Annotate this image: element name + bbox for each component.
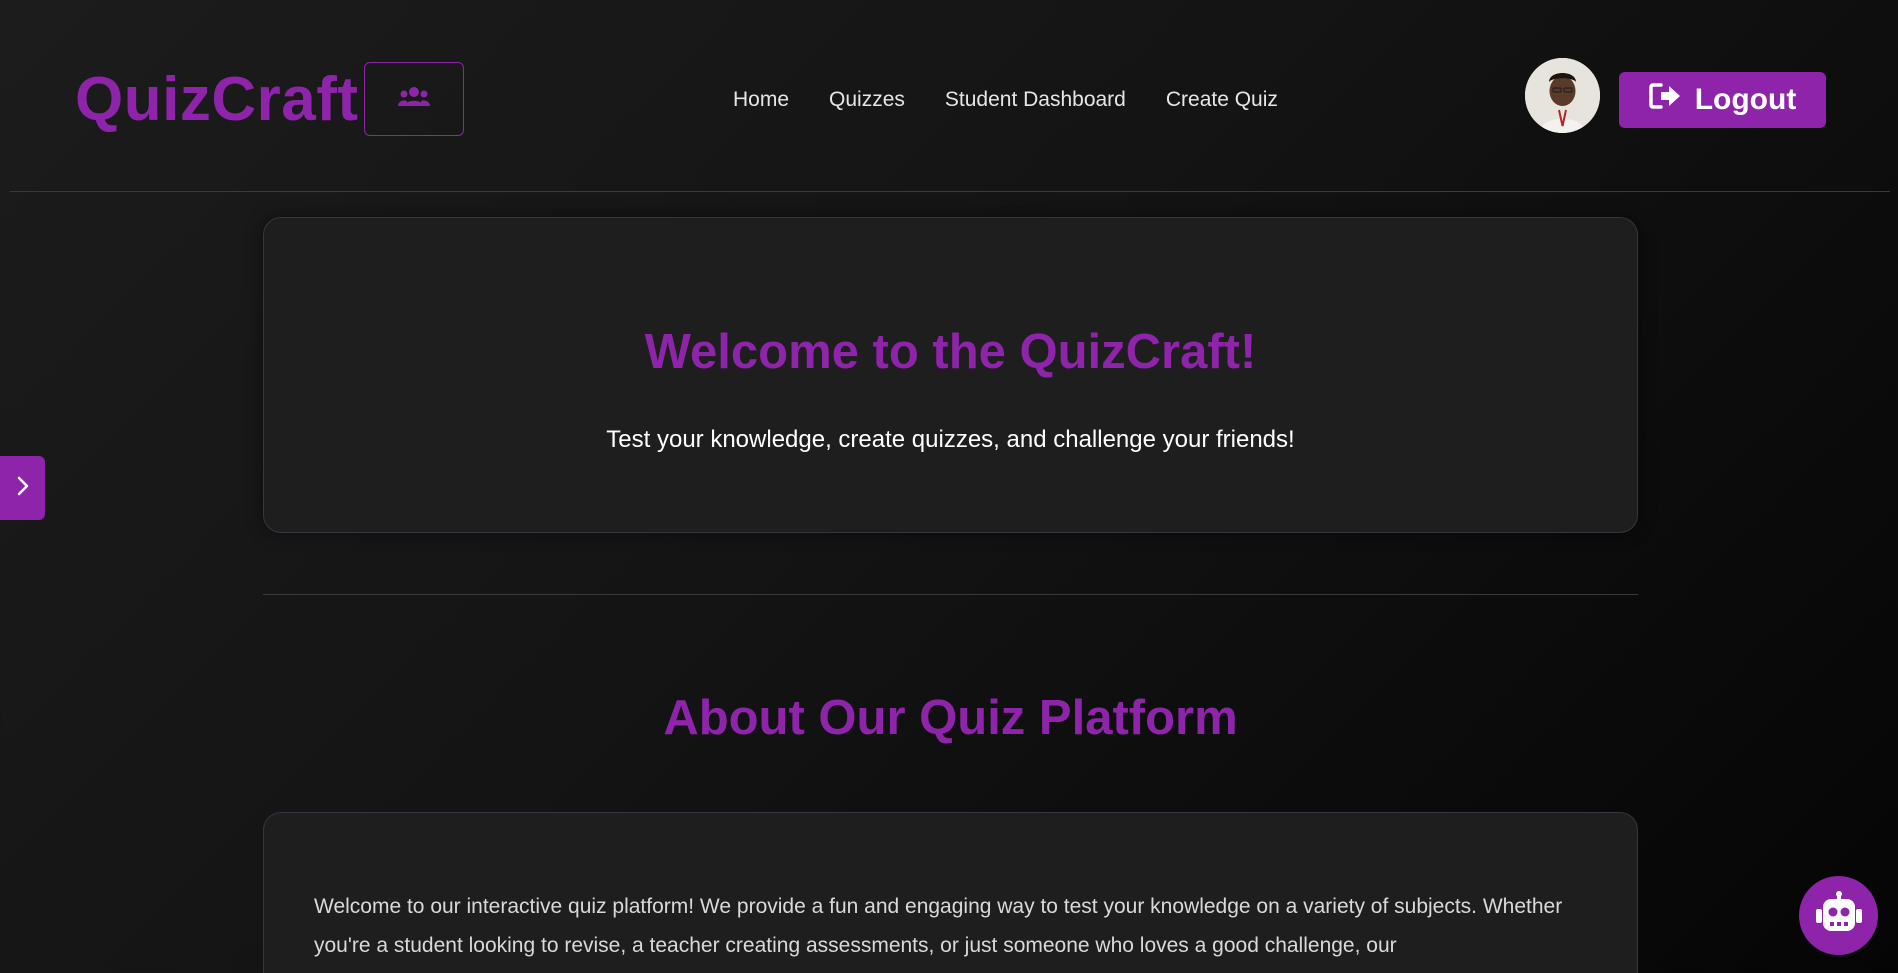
about-title: About Our Quiz Platform [663,691,1238,745]
section-divider [263,594,1638,595]
users-icon [398,84,430,115]
group-button[interactable] [364,62,464,136]
hero-card: Welcome to the QuizCraft! Test your know… [263,217,1638,533]
header-divider [10,191,1890,192]
about-card: Welcome to our interactive quiz platform… [263,812,1638,973]
logout-button[interactable]: Logout [1619,72,1826,128]
chatbot-button[interactable] [1799,876,1878,955]
chevron-right-icon [16,475,30,502]
robot-icon [1815,891,1863,940]
nav-home-link[interactable]: Home [733,86,789,114]
user-avatar[interactable] [1525,58,1600,133]
nav-quizzes-link[interactable]: Quizzes [829,86,905,114]
nav-create-quiz-link[interactable]: Create Quiz [1166,86,1278,114]
hero-subtitle: Test your knowledge, create quizzes, and… [606,426,1295,453]
logout-label: Logout [1694,83,1797,116]
brand-logo[interactable]: QuizCraft [75,64,359,136]
nav-student-dashboard-link[interactable]: Student Dashboard [945,86,1126,114]
top-header: QuizCraft Home Quizzes Student Dashboard… [0,0,1898,192]
sidebar-toggle-button[interactable] [0,456,45,520]
hero-title: Welcome to the QuizCraft! [644,325,1257,379]
sign-out-icon [1648,82,1681,118]
about-text: Welcome to our interactive quiz platform… [314,895,1563,957]
main-nav: Home Quizzes Student Dashboard Create Qu… [733,86,1278,114]
